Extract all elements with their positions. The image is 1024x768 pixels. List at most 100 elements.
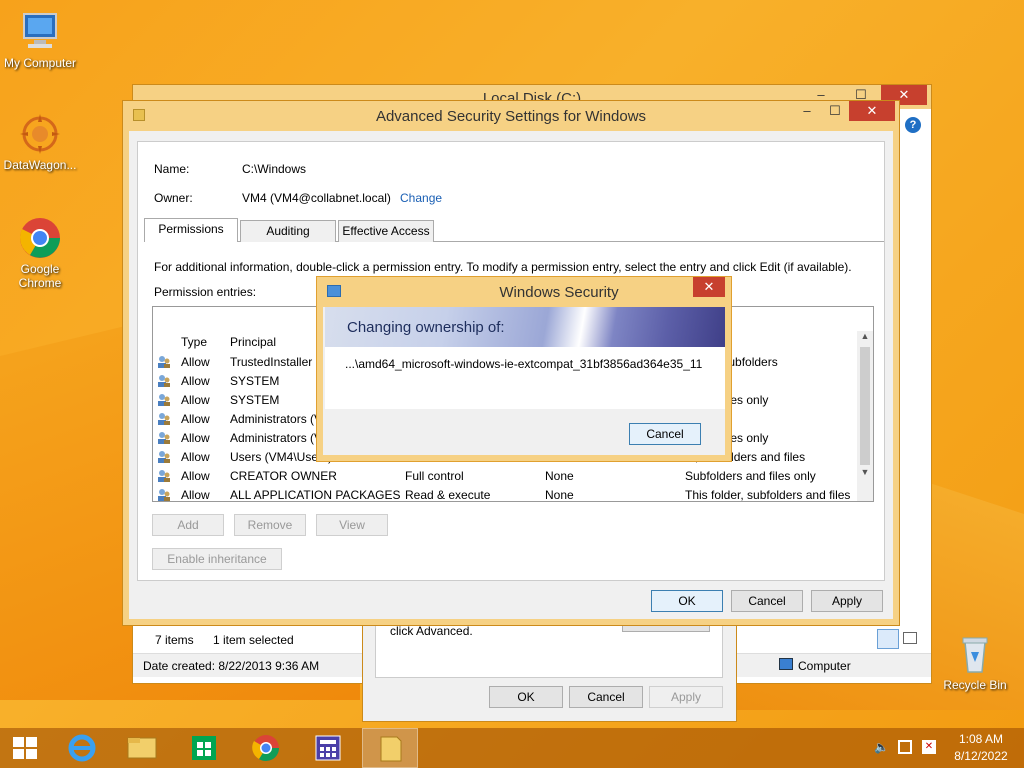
- desktop-icon-google-chrome[interactable]: Google Chrome: [0, 216, 80, 290]
- cell-principal: CREATOR OWNER: [230, 469, 337, 483]
- security-banner: Changing ownership of:: [325, 307, 725, 347]
- owner-label: Owner:: [154, 191, 193, 205]
- cell-type: Allow: [181, 412, 210, 426]
- security-path-area: ...\amd64_microsoft-windows-ie-extcompat…: [325, 347, 725, 409]
- cell-type: Allow: [181, 450, 210, 464]
- cell-principal: Administrators (V: [230, 431, 323, 445]
- cell-type: Allow: [181, 488, 210, 502]
- properties-ok-button[interactable]: OK: [489, 686, 563, 708]
- add-button[interactable]: Add: [152, 514, 224, 536]
- cell-access: Read & execute: [405, 488, 491, 502]
- info-text: For additional information, double-click…: [154, 260, 852, 274]
- name-value: C:\Windows: [242, 162, 307, 176]
- table-row[interactable]: Allow ALL APPLICATION PACKAGES Read & exec…: [153, 486, 853, 502]
- cell-type: Allow: [181, 431, 210, 445]
- clock-date: 8/12/2022: [954, 749, 1008, 763]
- user-group-icon: [157, 488, 171, 501]
- remove-button[interactable]: Remove: [234, 514, 306, 536]
- security-titlebar[interactable]: Windows Security ✕: [317, 277, 731, 307]
- cell-inherited: None: [545, 488, 574, 502]
- cell-applies: Subfolders and files only: [685, 469, 816, 483]
- minimize-button[interactable]: –: [793, 101, 821, 121]
- user-group-icon: [157, 412, 171, 426]
- desktop-icon-label: DataWagon...: [3, 158, 77, 172]
- security-title: Windows Security: [499, 284, 619, 301]
- user-group-icon: [157, 450, 171, 464]
- desktop-icon-my-computer[interactable]: My Computer: [0, 10, 80, 70]
- properties-apply-button[interactable]: Apply: [649, 686, 723, 708]
- close-button[interactable]: ✕: [849, 101, 895, 121]
- taskbar-explorer[interactable]: [114, 728, 170, 768]
- clock[interactable]: 1:08 AM 8/12/2022: [946, 732, 1016, 763]
- datawagon-icon: [18, 112, 62, 156]
- internet-explorer-icon: [68, 734, 96, 762]
- chrome-icon: [18, 216, 62, 260]
- taskbar-ie[interactable]: [54, 728, 110, 768]
- help-icon[interactable]: ?: [905, 117, 921, 133]
- cancel-button[interactable]: Cancel: [731, 590, 803, 612]
- security-body: Changing ownership of: ...\amd64_microso…: [323, 307, 725, 455]
- tab-effective-access[interactable]: Effective Access: [338, 220, 434, 242]
- taskbar-app[interactable]: [300, 728, 356, 768]
- cell-type: Allow: [181, 469, 210, 483]
- cell-principal: Administrators (V: [230, 412, 323, 426]
- tray-volume-muted-icon[interactable]: 🔈: [874, 740, 889, 754]
- chrome-icon: [252, 735, 280, 762]
- scroll-thumb[interactable]: [860, 347, 870, 465]
- desktop-icon-datawagon[interactable]: DataWagon...: [0, 112, 80, 172]
- view-button[interactable]: View: [316, 514, 388, 536]
- details-view-icon[interactable]: [877, 629, 899, 649]
- tray-action-center-icon[interactable]: ✕: [922, 740, 936, 754]
- desktop-icon-label: My Computer: [3, 56, 77, 70]
- list-scrollbar[interactable]: ▲ ▼: [857, 331, 873, 501]
- owner-value: VM4 (VM4@collabnet.local): [242, 191, 391, 205]
- user-group-icon: [157, 469, 171, 483]
- clock-time: 1:08 AM: [958, 732, 1004, 746]
- taskbar-chrome[interactable]: [238, 728, 294, 768]
- cell-principal: SYSTEM: [230, 393, 280, 407]
- security-shield-icon: [327, 285, 341, 297]
- advanced-title: Advanced Security Settings for Windows: [375, 108, 647, 125]
- tab-auditing[interactable]: Auditing: [240, 220, 336, 242]
- maximize-button[interactable]: ☐: [821, 101, 849, 121]
- table-row[interactable]: Allow CREATOR OWNER Full control None Subfol…: [153, 467, 853, 486]
- desktop-icon-recycle-bin[interactable]: Recycle Bin: [935, 632, 1015, 692]
- user-group-icon: [157, 374, 171, 388]
- security-cancel-button[interactable]: Cancel: [629, 423, 701, 445]
- cell-access: Full control: [405, 469, 464, 483]
- column-principal[interactable]: Principal: [230, 335, 276, 349]
- cell-inherited: None: [545, 469, 574, 483]
- cell-type: Allow: [181, 355, 210, 369]
- properties-hint: click Advanced.: [390, 624, 473, 638]
- properties-dialog[interactable]: click Advanced. OK Cancel Apply: [362, 612, 737, 722]
- windows-security-dialog[interactable]: Windows Security ✕ Changing ownership of…: [316, 276, 732, 462]
- ok-button[interactable]: OK: [651, 590, 723, 612]
- tab-permissions[interactable]: Permissions: [144, 218, 238, 242]
- security-close-button[interactable]: ✕: [693, 277, 725, 297]
- scroll-up-arrow[interactable]: ▲: [857, 331, 873, 345]
- name-label: Name:: [154, 162, 190, 176]
- security-heading: Changing ownership of:: [347, 319, 505, 336]
- user-group-icon: [157, 355, 171, 369]
- cell-applies: This folder, subfolders and files: [685, 488, 851, 502]
- cell-principal: SYSTEM: [230, 374, 280, 388]
- user-group-icon: [157, 393, 171, 407]
- store-icon: [192, 736, 216, 760]
- scroll-down-arrow[interactable]: ▼: [857, 467, 873, 481]
- taskbar: 🔈 ✕ 1:08 AM 8/12/2022: [0, 728, 1024, 768]
- enable-inheritance-button[interactable]: Enable inheritance: [152, 548, 282, 570]
- tray-network-icon[interactable]: [898, 740, 912, 754]
- tiles-view-icon[interactable]: [903, 632, 917, 644]
- file-explorer-icon: [127, 737, 157, 759]
- properties-cancel-button[interactable]: Cancel: [569, 686, 643, 708]
- column-type[interactable]: Type: [181, 335, 207, 349]
- cell-type: Allow: [181, 393, 210, 407]
- advanced-titlebar[interactable]: Advanced Security Settings for Windows –…: [123, 101, 899, 131]
- recycle-bin-icon: [953, 632, 997, 676]
- taskbar-store[interactable]: [176, 728, 232, 768]
- start-button[interactable]: [0, 728, 50, 768]
- user-group-icon: [157, 431, 171, 445]
- apply-button[interactable]: Apply: [811, 590, 883, 612]
- change-owner-link[interactable]: Change: [400, 191, 442, 205]
- taskbar-folder-active[interactable]: [362, 728, 418, 768]
